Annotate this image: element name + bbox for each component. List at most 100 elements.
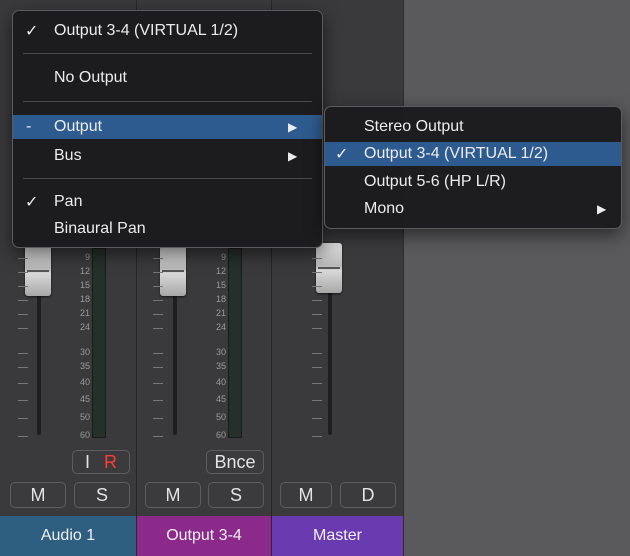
fader-scale-label: 35 — [215, 361, 226, 371]
mixed-state-icon: - — [26, 118, 32, 135]
volume-fader-output-3-4[interactable] — [160, 246, 186, 296]
fader-scale-label: 24 — [215, 322, 226, 332]
menu-item-output-5-6[interactable]: Output 5-6 (HP L/R) — [325, 170, 621, 194]
fader-tick — [312, 258, 322, 259]
checkmark-icon: ✓ — [335, 146, 349, 163]
checkmark-icon: ✓ — [25, 23, 39, 40]
level-meter-audio-1 — [92, 248, 106, 438]
mute-button-master[interactable]: M — [280, 482, 332, 508]
bounce-button[interactable]: Bnce — [206, 450, 264, 474]
menu-item-label: Output — [54, 118, 103, 135]
checkmark-icon: ✓ — [25, 194, 39, 211]
track-name-output-3-4[interactable]: Output 3-4 — [137, 516, 271, 556]
fader-tick — [18, 272, 28, 273]
track-name-audio-1[interactable]: Audio 1 — [0, 516, 136, 556]
fader-tick — [18, 286, 28, 287]
fader-scale-label: 21 — [79, 308, 90, 318]
empty-mixer-area — [404, 0, 630, 556]
fader-tick — [153, 328, 163, 329]
submenu-arrow-icon: ▶ — [288, 120, 298, 134]
fader-scale-label: 40 — [79, 377, 90, 387]
dim-button-master[interactable]: D — [340, 482, 396, 508]
fader-tick — [153, 353, 163, 354]
fader-tick — [312, 383, 322, 384]
menu-item-label: Output 5-6 (HP L/R) — [364, 173, 506, 190]
fader-tick — [153, 383, 163, 384]
menu-separator — [23, 53, 312, 54]
fader-tick — [312, 272, 322, 273]
mute-button-output-3-4[interactable]: M — [145, 482, 201, 508]
solo-button-output-3-4[interactable]: S — [208, 482, 264, 508]
record-enable-button[interactable]: R — [104, 452, 117, 473]
fader-tick — [18, 418, 28, 419]
fader-scale-label: 60 — [215, 430, 226, 440]
fader-scale-label: 15 — [79, 280, 90, 290]
fader-tick — [312, 367, 322, 368]
fader-scale-label: 12 — [215, 266, 226, 276]
fader-scale-label: 35 — [79, 361, 90, 371]
menu-item-output[interactable]: - Output ▶ — [13, 115, 322, 139]
input-monitor-button[interactable]: I — [85, 452, 90, 473]
menu-item-label: Stereo Output — [364, 118, 464, 135]
fader-scale-label: 60 — [79, 430, 90, 440]
fader-tick — [18, 383, 28, 384]
menu-item-bus[interactable]: Bus ▶ — [13, 144, 322, 168]
fader-scale-label: 21 — [215, 308, 226, 318]
fader-scale-label: 18 — [79, 294, 90, 304]
fader-tick — [18, 258, 28, 259]
output-submenu: Stereo Output ✓ Output 3-4 (VIRTUAL 1/2)… — [324, 106, 622, 229]
menu-item-mono[interactable]: Mono ▶ — [325, 197, 621, 221]
menu-item-label: Mono — [364, 200, 405, 217]
menu-item-no-output[interactable]: No Output — [13, 66, 322, 90]
fader-scale-label: 50 — [215, 412, 226, 422]
input-record-group: I R — [72, 450, 130, 474]
fader-scale-label: 18 — [215, 294, 226, 304]
submenu-arrow-icon: ▶ — [288, 149, 298, 163]
fader-tick — [18, 400, 28, 401]
fader-tick — [18, 367, 28, 368]
fader-tick — [312, 300, 322, 301]
fader-tick — [18, 436, 28, 437]
menu-separator — [23, 178, 312, 179]
fader-tick — [153, 418, 163, 419]
fader-scale-label: 50 — [79, 412, 90, 422]
fader-scale-label: 15 — [215, 280, 226, 290]
menu-item-pan[interactable]: ✓ Pan — [13, 190, 322, 214]
menu-item-label: Pan — [54, 193, 83, 210]
fader-scale-label: 9 — [84, 252, 90, 262]
fader-tick — [18, 353, 28, 354]
menu-item-label: Output 3-4 (VIRTUAL 1/2) — [54, 22, 239, 39]
output-popup-menu: ✓ Output 3-4 (VIRTUAL 1/2) No Output - O… — [12, 10, 323, 248]
fader-tick — [153, 300, 163, 301]
fader-tick — [312, 418, 322, 419]
menu-item-label: Bus — [54, 147, 82, 164]
fader-scale-label: 45 — [79, 394, 90, 404]
mute-button-audio-1[interactable]: M — [10, 482, 66, 508]
volume-fader-audio-1[interactable] — [25, 246, 51, 296]
fader-tick — [153, 436, 163, 437]
fader-scale-label: 45 — [215, 394, 226, 404]
track-name-master[interactable]: Master — [272, 516, 403, 556]
solo-button-audio-1[interactable]: S — [74, 482, 130, 508]
menu-item-label: No Output — [54, 69, 127, 86]
fader-tick — [153, 314, 163, 315]
fader-tick — [18, 314, 28, 315]
fader-scale-label: 30 — [79, 347, 90, 357]
fader-tick — [153, 367, 163, 368]
fader-scale-label: 24 — [79, 322, 90, 332]
fader-tick — [312, 400, 322, 401]
fader-scale-label: 30 — [215, 347, 226, 357]
level-meter-output-3-4 — [228, 248, 242, 438]
fader-scale-label: 9 — [220, 252, 226, 262]
submenu-arrow-icon: ▶ — [597, 202, 607, 216]
fader-tick — [312, 314, 322, 315]
menu-separator — [23, 101, 312, 102]
fader-tick — [312, 286, 322, 287]
menu-item-current-output[interactable]: ✓ Output 3-4 (VIRTUAL 1/2) — [13, 19, 322, 43]
menu-item-stereo-output[interactable]: Stereo Output — [325, 115, 621, 139]
fader-tick — [312, 353, 322, 354]
menu-item-label: Binaural Pan — [54, 220, 146, 237]
fader-tick — [312, 436, 322, 437]
menu-item-output-3-4[interactable]: ✓ Output 3-4 (VIRTUAL 1/2) — [325, 142, 621, 166]
menu-item-binaural-pan[interactable]: Binaural Pan — [13, 217, 322, 241]
